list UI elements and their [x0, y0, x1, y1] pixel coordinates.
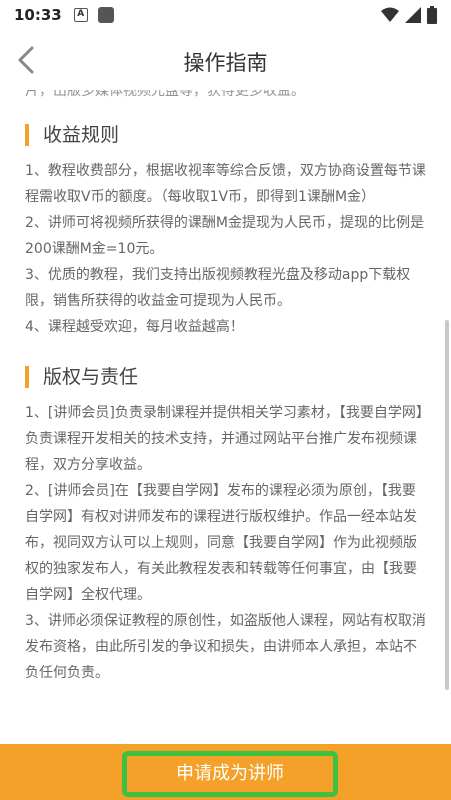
- income-rule-2: 2、讲师可将视频所获得的课酬M金提现为人民币，提现的比例是200课酬M金=10元…: [25, 215, 424, 257]
- income-rule-4: 4、课程越受欢迎，每月收益越高！: [25, 319, 244, 335]
- status-icons: [381, 6, 437, 24]
- wifi-icon: [381, 7, 399, 22]
- status-bar: 10:33 A: [0, 0, 451, 30]
- copyright-rule-3: 3、讲师必须保证教程的原创性，如盗版他人课程，网站有权取消发布资格，由此所引发的…: [25, 613, 426, 681]
- section-heading-copyright: 版权与责任: [25, 366, 429, 388]
- partial-text: 片，出版多媒体视频光盘等，获得更多收益。: [25, 90, 305, 99]
- scrollbar[interactable]: [445, 320, 449, 690]
- guide-content[interactable]: 片，出版多媒体视频光盘等，获得更多收益。 收益规则 1、教程收费部分，根据收视率…: [0, 90, 451, 744]
- income-rule-3: 3、优质的教程，我们支持出版视频教程光盘及移动app下载权限，销售所获得的收益金…: [25, 267, 411, 309]
- section-heading-income: 收益规则: [25, 124, 429, 146]
- income-rule-1: 1、教程收费部分，根据收视率等综合反馈，双方协商设置每节课程需收取V币的额度。（…: [25, 163, 426, 205]
- app-notification-icon: [97, 7, 114, 23]
- status-time: 10:33: [14, 6, 62, 24]
- apply-lecturer-button[interactable]: 申请成为讲师: [122, 751, 338, 797]
- copyright-rule-2: 2、[讲师会员]在【我要自学网】发布的课程必须为原创，【我要自学网】有权对讲师发…: [25, 483, 417, 603]
- copyright-rule-1: 1、[讲师会员]负责录制课程并提供相关学习素材，【我要自学网】负责课程开发相关的…: [25, 405, 423, 473]
- battery-icon: [427, 6, 437, 24]
- notification-icon: A: [73, 8, 88, 22]
- nav-bar: 操作指南: [0, 30, 451, 90]
- bottom-bar: 申请成为讲师: [0, 744, 451, 800]
- page-title: 操作指南: [183, 51, 268, 75]
- signal-icon: [405, 7, 421, 23]
